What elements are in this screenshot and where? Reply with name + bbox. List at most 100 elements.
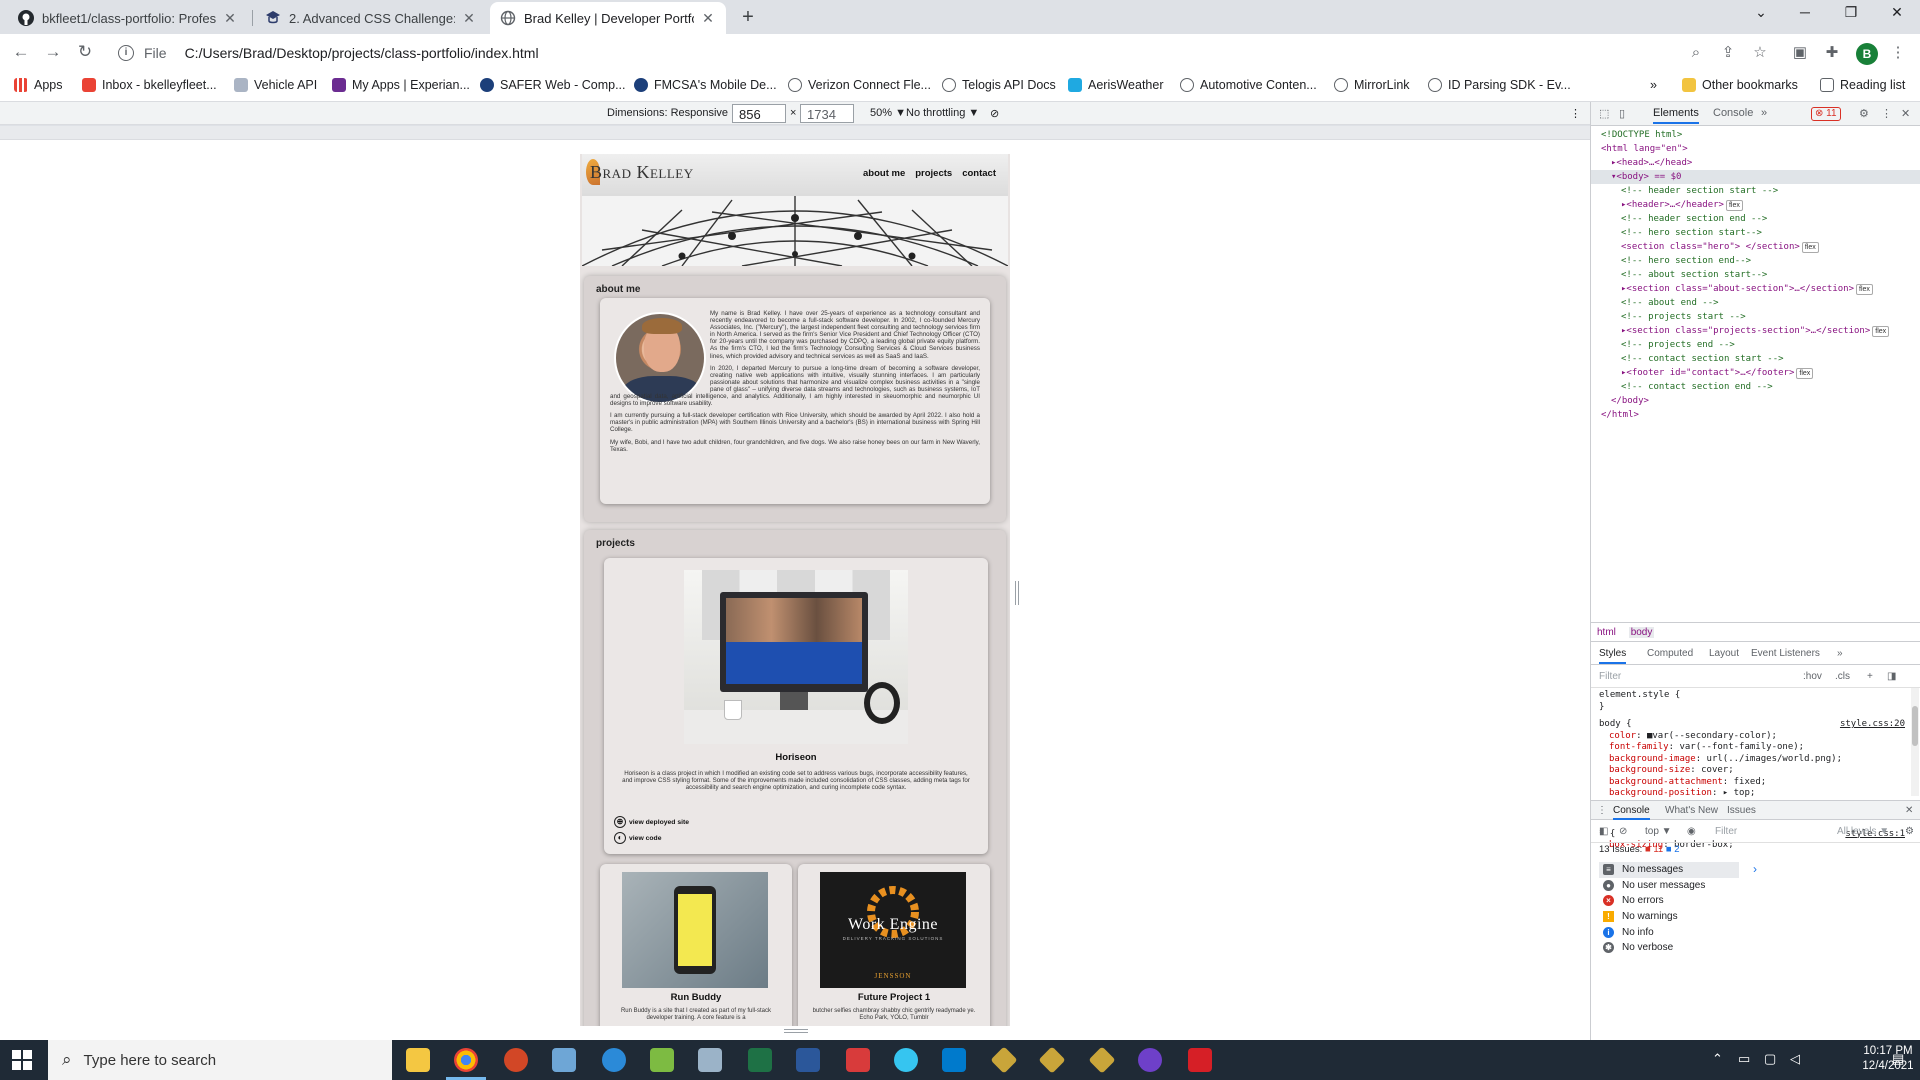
- nav-contact-link[interactable]: contact: [962, 168, 996, 179]
- bookmarks-overflow-button[interactable]: »: [1650, 78, 1657, 92]
- dom-node[interactable]: </html>: [1591, 408, 1920, 422]
- context-selector[interactable]: top ▼: [1645, 826, 1672, 837]
- file-explorer-icon[interactable]: [406, 1048, 430, 1072]
- bookmark-star-icon[interactable]: ☆: [1750, 43, 1770, 63]
- minimize-button[interactable]: ─: [1782, 4, 1828, 20]
- other-bookmarks-folder[interactable]: Other bookmarks: [1682, 78, 1798, 92]
- nav-about-link[interactable]: about me: [863, 168, 905, 179]
- new-rule-icon[interactable]: +: [1867, 671, 1873, 682]
- bookmark-telogis[interactable]: Telogis API Docs: [942, 78, 1056, 92]
- new-tab-button[interactable]: +: [736, 6, 760, 29]
- close-tab-icon[interactable]: ✕: [700, 10, 716, 27]
- bookmark-inbox[interactable]: Inbox - bkelleyfleet...: [82, 78, 217, 92]
- flex-badge[interactable]: flex: [1801, 242, 1819, 253]
- tab-computed[interactable]: Computed: [1647, 648, 1693, 659]
- devtools-menu-icon[interactable]: ⋮: [1881, 107, 1892, 120]
- console-sidebar-icon[interactable]: ◧: [1599, 826, 1608, 837]
- tab-styles[interactable]: Styles: [1599, 648, 1627, 664]
- dom-node[interactable]: <!-- contact section end -->: [1591, 380, 1920, 394]
- close-tab-icon[interactable]: ✕: [222, 10, 238, 27]
- dom-node[interactable]: <!-- contact section start -->: [1591, 352, 1920, 366]
- dom-node[interactable]: ▾<body> == $0: [1591, 170, 1920, 184]
- dom-node[interactable]: </body>: [1591, 394, 1920, 408]
- element-style-rule[interactable]: element.style {: [1599, 690, 1909, 702]
- dom-node[interactable]: ▸<header>…</header> flex: [1591, 198, 1920, 212]
- device-toggle-icon[interactable]: ▯: [1619, 107, 1625, 120]
- styles-more-tabs[interactable]: »: [1837, 648, 1843, 659]
- dom-node[interactable]: <!-- header section start -->: [1591, 184, 1920, 198]
- notepad-icon[interactable]: [552, 1048, 576, 1072]
- toggle-sidebar-icon[interactable]: ◨: [1887, 671, 1896, 682]
- view-code-link[interactable]: ◐ view code: [614, 832, 662, 844]
- site-logo[interactable]: BRAD KELLEY: [590, 162, 694, 183]
- back-button[interactable]: ←: [10, 42, 32, 62]
- throttling-dropdown[interactable]: No throttling ▼: [906, 107, 979, 119]
- run-buddy-image[interactable]: [622, 872, 768, 988]
- restore-button[interactable]: ❐: [1828, 4, 1874, 21]
- bookmark-automotive[interactable]: Automotive Conten...: [1180, 78, 1317, 92]
- styles-scrollbar[interactable]: [1911, 688, 1919, 796]
- drawer-tab-whats-new[interactable]: What's New: [1665, 805, 1718, 816]
- sticky-notes-icon[interactable]: [650, 1048, 674, 1072]
- dimensions-dropdown[interactable]: Dimensions: Responsive ▼: [607, 107, 742, 119]
- tray-chevron-icon[interactable]: ⌃: [1712, 1051, 1723, 1067]
- close-window-button[interactable]: ✕: [1874, 4, 1920, 21]
- display-icon[interactable]: ▢: [1764, 1051, 1776, 1067]
- vscode-icon[interactable]: [942, 1048, 966, 1072]
- windows-start-icon[interactable]: [12, 1050, 32, 1070]
- device-options-icon[interactable]: ⋮: [1570, 107, 1581, 120]
- filter-user-messages[interactable]: ● No user messages: [1599, 878, 1739, 894]
- tab-search-icon[interactable]: ⌄: [1738, 4, 1784, 21]
- tab-console[interactable]: Console: [1713, 107, 1753, 119]
- view-deployed-site-link[interactable]: ⊕ view deployed site: [614, 816, 689, 828]
- acrobat-icon[interactable]: [1188, 1048, 1212, 1072]
- dom-node[interactable]: <!-- hero section end-->: [1591, 254, 1920, 268]
- drawer-tab-console[interactable]: Console: [1613, 805, 1650, 820]
- flex-badge[interactable]: flex: [1872, 326, 1890, 337]
- rotate-icon[interactable]: ⊘: [990, 107, 999, 120]
- dom-node[interactable]: <html lang="en">: [1591, 142, 1920, 156]
- bookmark-safer[interactable]: SAFER Web - Comp...: [480, 78, 626, 92]
- filter-info[interactable]: i No info: [1599, 924, 1739, 940]
- horiseon-screenshot[interactable]: [684, 570, 908, 744]
- nav-projects-link[interactable]: projects: [915, 168, 952, 179]
- extensions-puzzle-icon[interactable]: ✚: [1822, 43, 1842, 63]
- dom-node[interactable]: <section class="hero"> </section> flex: [1591, 240, 1920, 254]
- css-property[interactable]: background-image: url(../images/world.pn…: [1599, 754, 1909, 766]
- browser-tab-challenge[interactable]: 2. Advanced CSS Challenge: Prof ✕: [255, 2, 487, 34]
- reload-button[interactable]: ↻: [74, 42, 96, 62]
- volume-icon[interactable]: ◁: [1790, 1051, 1800, 1067]
- dom-node[interactable]: ▸<footer id="contact">…</footer> flex: [1591, 366, 1920, 380]
- dom-node[interactable]: ▸<section class="projects-section">…</se…: [1591, 324, 1920, 338]
- error-count-badge[interactable]: ⊗ 11: [1811, 107, 1841, 121]
- address-bar[interactable]: i File C:/Users/Brad/Desktop/projects/cl…: [110, 38, 1780, 68]
- clear-console-icon[interactable]: ⊘: [1619, 826, 1627, 837]
- dom-node[interactable]: <!-- projects end -->: [1591, 338, 1920, 352]
- filter-verbose[interactable]: ✱ No verbose: [1599, 940, 1739, 956]
- git-icon-3[interactable]: [1088, 1046, 1116, 1074]
- breadcrumb-html[interactable]: html: [1597, 627, 1616, 638]
- tab-event-listeners[interactable]: Event Listeners: [1751, 648, 1820, 659]
- issues-count-row[interactable]: 13 Issues: ■ 11 ■ 2: [1591, 844, 1920, 860]
- url-text[interactable]: C:/Users/Brad/Desktop/projects/class-por…: [185, 45, 539, 61]
- site-info-icon[interactable]: i: [118, 45, 134, 61]
- viewport-width-input[interactable]: 856: [732, 104, 786, 123]
- css-property[interactable]: background-attachment: fixed;: [1599, 777, 1909, 789]
- zoom-dropdown[interactable]: 50% ▼: [870, 107, 906, 119]
- log-levels-dropdown[interactable]: All levels ▼: [1837, 826, 1889, 837]
- dom-node[interactable]: <!DOCTYPE html>: [1591, 128, 1920, 142]
- flex-badge[interactable]: flex: [1856, 284, 1873, 295]
- chrome-icon[interactable]: [446, 1048, 486, 1080]
- css-property[interactable]: background-position: ▸ top;: [1599, 788, 1909, 800]
- settings-gear-icon[interactable]: ⚙: [1859, 107, 1869, 120]
- extension-icon[interactable]: ▣: [1790, 43, 1810, 63]
- viewport-height-input[interactable]: 1734: [800, 104, 854, 123]
- network-icon[interactable]: ▭: [1738, 1051, 1750, 1067]
- zoom-icon[interactable]: ⌕: [1686, 43, 1706, 63]
- forward-button[interactable]: →: [42, 42, 64, 62]
- app-red-icon[interactable]: [846, 1048, 870, 1072]
- styles-filter-input[interactable]: Filter: [1599, 671, 1621, 682]
- console-settings-gear-icon[interactable]: ⚙: [1905, 826, 1914, 837]
- system-clock[interactable]: 10:17 PM 12/4/2021: [1858, 1044, 1918, 1074]
- bookmark-id-parsing[interactable]: ID Parsing SDK - Ev...: [1428, 78, 1571, 92]
